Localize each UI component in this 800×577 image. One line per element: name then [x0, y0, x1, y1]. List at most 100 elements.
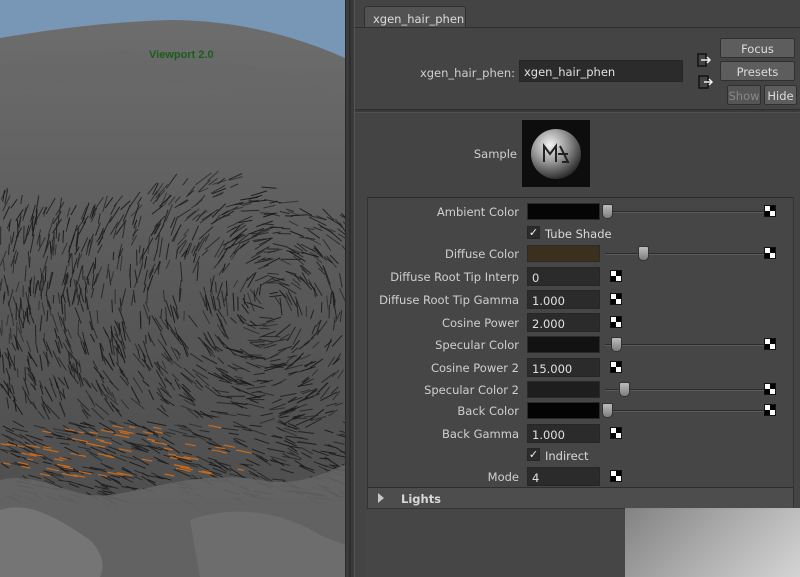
hair-strand: [16, 368, 19, 378]
lights-section-header[interactable]: Lights: [368, 487, 793, 508]
diffuse-root-tip-interp-field[interactable]: 0: [527, 267, 600, 286]
specular-color-map-button-icon[interactable]: [764, 338, 776, 350]
attr-row-diffuse-root-tip-interp: Diffuse Root Tip Interp 0: [368, 267, 795, 287]
tube-shade-checkbox[interactable]: ✓: [527, 226, 540, 239]
hair-strand: [260, 212, 269, 214]
diffuse-root-tip-gamma-label: Diffuse Root Tip Gamma: [379, 293, 519, 307]
tab-xgen-hair-phen[interactable]: xgen_hair_phen: [364, 6, 466, 28]
presets-button[interactable]: Presets: [720, 61, 795, 81]
viewport-panel[interactable]: Viewport 2.0: [0, 0, 345, 577]
ambient-color-slider[interactable]: [605, 211, 764, 213]
node-name-field[interactable]: xgen_hair_phen: [519, 60, 683, 82]
panel-splitter[interactable]: [345, 0, 355, 577]
hair-strand: [259, 327, 270, 330]
hair-strand: [145, 334, 147, 344]
diffuse-color-swatch[interactable]: [527, 245, 600, 262]
hair-strand: [49, 241, 52, 254]
hair-strand: [111, 299, 113, 313]
hair-strand: [55, 222, 58, 239]
hair-strand: [249, 354, 263, 356]
hair-strand: [247, 324, 267, 326]
diffuse-root-tip-gamma-map-button-icon[interactable]: [610, 293, 622, 305]
hair-strand: [77, 319, 80, 336]
back-color-swatch[interactable]: [527, 402, 600, 419]
mode-field[interactable]: 4: [527, 467, 600, 486]
diffuse-root-tip-interp-map-button-icon[interactable]: [610, 270, 622, 282]
hair-strand: [183, 310, 185, 321]
back-gamma-field[interactable]: 1.000: [527, 424, 600, 443]
specular-color-label: Specular Color: [435, 338, 519, 352]
mode-label: Mode: [487, 470, 519, 484]
hair-strand: [112, 251, 115, 261]
specular-color-slider-handle[interactable]: [611, 337, 623, 352]
hair-strand: [139, 311, 142, 329]
attr-row-ambient-color: Ambient Color: [368, 202, 795, 222]
tab-divider: [355, 27, 800, 28]
cosine-power-2-field[interactable]: 15.000: [527, 358, 600, 377]
header-separator: [355, 109, 800, 113]
cosine-power-map-button-icon[interactable]: [610, 316, 622, 328]
sample-label: Sample: [473, 147, 517, 161]
cosine-power-field[interactable]: 2.000: [527, 313, 600, 332]
material-sample-swatch: [522, 120, 590, 187]
focus-button[interactable]: Focus: [720, 38, 795, 58]
back-gamma-map-button-icon[interactable]: [610, 427, 622, 439]
mode-map-button-icon[interactable]: [610, 470, 622, 482]
show-button[interactable]: Show: [727, 85, 761, 105]
specular-color-2-map-button-icon[interactable]: [764, 383, 776, 395]
splitter-grip[interactable]: [349, 0, 351, 577]
attr-row-mode: Mode 4: [368, 467, 795, 487]
expand-arrow-icon[interactable]: [378, 493, 384, 503]
hair-strand: [52, 239, 54, 256]
back-color-map-button-icon[interactable]: [764, 404, 776, 416]
input-connection-icon[interactable]: [697, 52, 713, 68]
viewport-renderer-label: Viewport 2.0: [149, 49, 214, 61]
indirect-checkbox[interactable]: ✓: [527, 448, 540, 461]
attr-row-specular-color-2: Specular Color 2: [368, 380, 795, 400]
watermark: [625, 508, 800, 577]
hair-strand: [247, 339, 262, 341]
attribute-editor: xgen_hair_phen xgen_hair_phen: xgen_hair…: [355, 0, 800, 577]
hair-strand: [38, 300, 40, 310]
ambient-color-map-button-icon[interactable]: [764, 205, 776, 217]
hair-strand: [261, 223, 274, 226]
diffuse-color-label: Diffuse Color: [444, 247, 519, 261]
specular-color-swatch[interactable]: [527, 336, 600, 353]
viewport-scene[interactable]: [0, 0, 345, 577]
hair-strand: [53, 236, 55, 252]
maya-logo-icon: [522, 120, 590, 187]
hair-strand: [44, 266, 47, 282]
ambient-color-label: Ambient Color: [436, 205, 519, 219]
hair-strand: [10, 235, 12, 245]
back-gamma-label: Back Gamma: [442, 427, 519, 441]
hair-strand: [94, 257, 97, 270]
hide-button[interactable]: Hide: [764, 85, 797, 105]
output-connection-icon[interactable]: [697, 74, 713, 90]
back-color-slider-handle[interactable]: [601, 403, 613, 418]
diffuse-color-slider[interactable]: [605, 253, 764, 255]
attr-row-back-color: Back Color: [368, 401, 795, 421]
specular-color-2-swatch[interactable]: [527, 381, 600, 398]
node-name-label: xgen_hair_phen:: [419, 66, 515, 80]
cosine-power-2-map-button-icon[interactable]: [610, 361, 622, 373]
specular-color-slider[interactable]: [605, 344, 764, 346]
hair-strand: [328, 304, 330, 319]
ambient-color-slider-handle[interactable]: [601, 204, 613, 219]
attr-row-specular-color: Specular Color: [368, 335, 795, 355]
attr-row-diffuse-root-tip-gamma: Diffuse Root Tip Gamma 1.000: [368, 290, 795, 310]
lights-section-label: Lights: [401, 492, 442, 506]
hair-strand: [215, 281, 217, 293]
hair-strand: [148, 315, 151, 325]
back-color-slider[interactable]: [605, 410, 764, 412]
diffuse-color-slider-handle[interactable]: [638, 246, 650, 261]
hair-strand: [26, 307, 29, 323]
hair-strand: [68, 253, 70, 267]
attr-row-cosine-power-2: Cosine Power 2 15.000: [368, 358, 795, 378]
ambient-color-swatch[interactable]: [527, 203, 600, 220]
specular-color-2-slider-handle[interactable]: [619, 382, 631, 397]
diffuse-root-tip-gamma-field[interactable]: 1.000: [527, 290, 600, 309]
hair-strand: [129, 268, 132, 289]
specular-color-2-label: Specular Color 2: [424, 383, 519, 397]
attr-row-back-gamma: Back Gamma 1.000: [368, 424, 795, 444]
diffuse-color-map-button-icon[interactable]: [764, 247, 776, 259]
